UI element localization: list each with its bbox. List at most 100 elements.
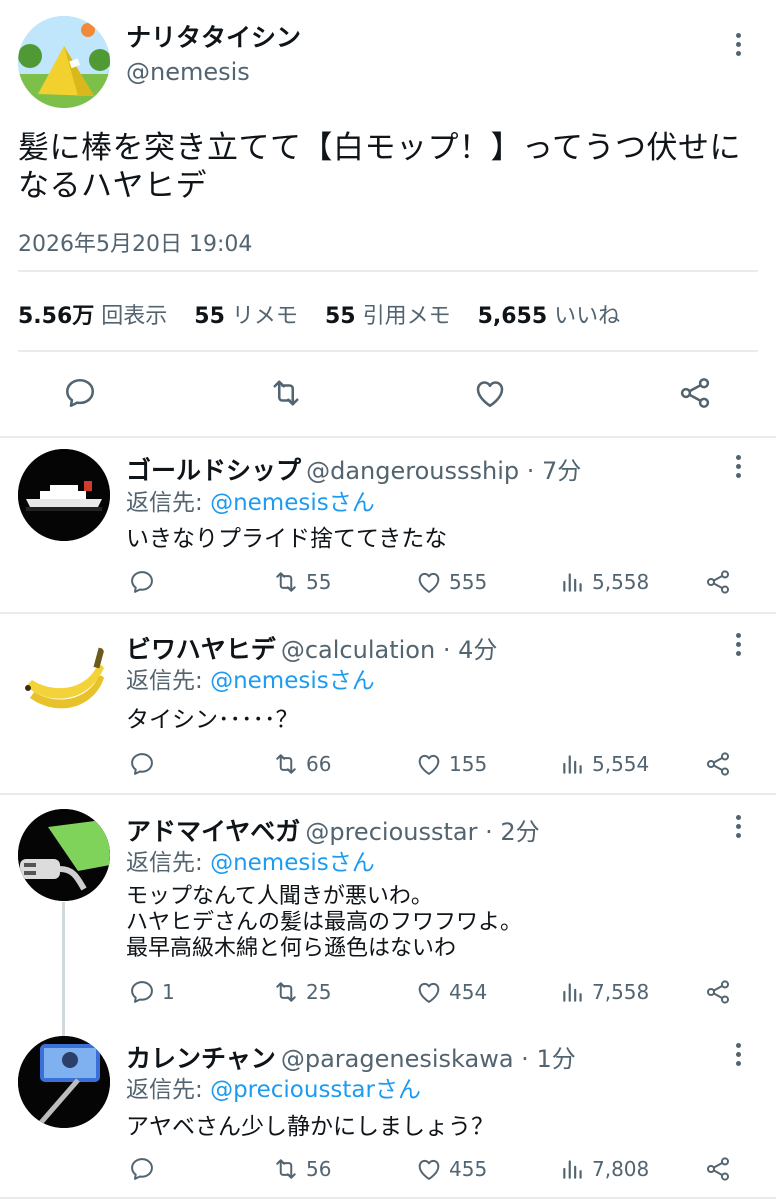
share-button[interactable] (704, 568, 732, 596)
author-avatar[interactable] (18, 16, 110, 108)
repost-button[interactable]: 56 (272, 1155, 331, 1183)
views-button[interactable]: 7,558 (560, 978, 649, 1006)
reply-avatar[interactable] (18, 809, 110, 901)
reply-display-name[interactable]: アドマイヤベガ (126, 817, 300, 846)
repost-icon (276, 754, 296, 774)
reply-icon (131, 753, 153, 775)
reposts-count[interactable]: 55 (194, 304, 225, 329)
author-display-name[interactable]: ナリタタイシン (126, 18, 301, 54)
reply-to-link[interactable]: @nemesisさん (210, 490, 375, 516)
like-button[interactable]: 455 (415, 1155, 487, 1183)
reply-handle[interactable]: @calculation (281, 636, 435, 664)
comment-button[interactable] (128, 568, 162, 596)
repost-button[interactable]: 55 (272, 568, 331, 596)
ship-avatar-image (18, 449, 110, 541)
divider (0, 436, 776, 438)
post-text-line-2: なるハヤヒデ (18, 168, 207, 204)
reply-display-name[interactable]: ゴールドシップ (126, 456, 301, 485)
heart-icon (418, 982, 440, 1003)
views-chart-icon (563, 755, 582, 774)
like-button[interactable]: 454 (415, 978, 487, 1006)
views-label: 回表示 (101, 304, 168, 329)
reply-to-line: 返信先: @nemesisさん (126, 490, 375, 516)
post-timestamp[interactable]: 2026年5月20日 19:04 (18, 226, 252, 258)
share-icon (706, 1157, 730, 1181)
reply-icon (131, 981, 153, 1003)
reply-handle[interactable]: @paragenesiskawa (281, 1045, 514, 1073)
share-button[interactable] (704, 1155, 732, 1183)
heart-icon (418, 1159, 440, 1180)
reply-header: ゴールドシップ @dangeroussship · 7分 (126, 456, 582, 485)
divider (0, 612, 776, 614)
quotes-count[interactable]: 55 (325, 304, 356, 329)
views-button[interactable]: 5,554 (560, 750, 649, 778)
more-options-icon[interactable] (726, 452, 750, 480)
views-count[interactable]: 5.56万 (18, 304, 94, 329)
more-options-icon[interactable] (726, 1040, 750, 1068)
likes-count[interactable]: 5,655 (478, 304, 548, 329)
selfie-stick-avatar-image (18, 1036, 110, 1128)
more-options-icon[interactable] (726, 630, 750, 658)
reply-text: アヤベさん少し静かにしましょう？ (126, 1114, 494, 1140)
reply-time[interactable]: 7分 (542, 457, 581, 485)
like-button[interactable]: 155 (415, 750, 487, 778)
comment-button[interactable]: 1 (128, 978, 175, 1006)
heart-icon (418, 754, 440, 775)
reply-handle[interactable]: @dangeroussship (306, 457, 519, 485)
reply-time[interactable]: 4分 (458, 636, 497, 664)
author-handle[interactable]: @nemesis (126, 58, 250, 86)
reply-display-name[interactable]: カレンチャン (126, 1044, 276, 1073)
reply-to-line: 返信先: @nemesisさん (126, 668, 375, 694)
views-chart-icon (563, 983, 582, 1002)
reposts-label: リメモ (231, 304, 298, 329)
views-button[interactable]: 5,558 (560, 568, 649, 596)
reply-text: いきなりプライド捨ててきたな (126, 526, 448, 552)
share-icon (706, 570, 730, 594)
reply-to-line: 返信先: @preciousstarさん (126, 1077, 421, 1103)
divider (0, 793, 776, 795)
reply-to-link[interactable]: @preciousstarさん (210, 1077, 421, 1103)
share-button[interactable] (677, 375, 713, 415)
likes-label: いいね (554, 304, 621, 329)
reply-text-line-3: 最早高級木綿と何ら遜色はないわ (126, 936, 457, 961)
reply-avatar[interactable] (18, 1036, 110, 1128)
reply-icon (131, 1158, 153, 1180)
repost-icon (276, 982, 296, 1002)
views-chart-icon (563, 573, 582, 592)
like-button[interactable]: 555 (415, 568, 487, 596)
more-options-icon[interactable] (726, 812, 750, 840)
reply-avatar[interactable] (18, 449, 110, 541)
repost-button[interactable]: 66 (272, 750, 331, 778)
repost-icon (273, 380, 299, 406)
reply-time[interactable]: 2分 (500, 818, 539, 846)
quotes-label: 引用メモ (362, 304, 451, 329)
heart-icon (418, 572, 440, 593)
reply-icon (131, 571, 153, 593)
repost-icon (276, 1159, 296, 1179)
reply-to-line: 返信先: @nemesisさん (126, 850, 375, 876)
repost-button[interactable] (268, 375, 304, 415)
banana-avatar-image (18, 628, 110, 720)
divider (18, 270, 758, 272)
like-button[interactable] (472, 375, 508, 415)
comment-button[interactable] (128, 750, 162, 778)
more-options-icon[interactable] (726, 30, 750, 58)
reply-icon (65, 378, 95, 408)
post-stats: 5.56万 回表示 55 リメモ 55 引用メモ 5,655 いいね (18, 298, 620, 330)
views-button[interactable]: 7,808 (560, 1155, 649, 1183)
reply-to-link[interactable]: @nemesisさん (210, 668, 375, 694)
reply-to-link[interactable]: @nemesisさん (210, 850, 375, 876)
repost-icon (276, 572, 296, 592)
share-button[interactable] (704, 750, 732, 778)
share-icon (706, 980, 730, 1004)
share-icon (680, 378, 710, 408)
repost-button[interactable]: 25 (272, 978, 331, 1006)
reply-button[interactable] (62, 375, 98, 415)
reply-handle[interactable]: @preciousstar (305, 818, 477, 846)
reply-display-name[interactable]: ビワハヤヒデ (126, 635, 276, 664)
comment-button[interactable] (128, 1155, 162, 1183)
reply-time[interactable]: 1分 (536, 1045, 575, 1073)
share-button[interactable] (704, 978, 732, 1006)
reply-avatar[interactable] (18, 628, 110, 720)
reply-text: タイシン･････？ (126, 707, 299, 733)
